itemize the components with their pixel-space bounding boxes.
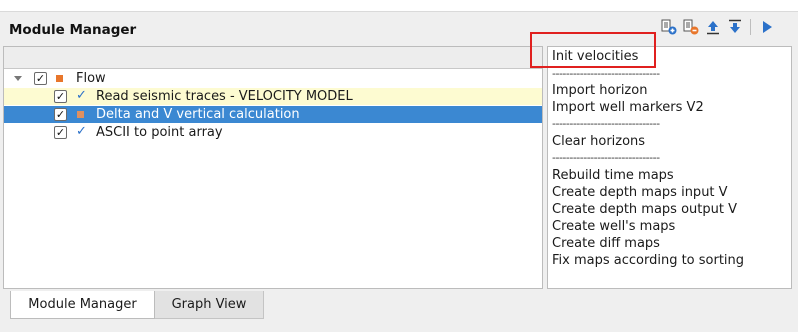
list-separator: ------------------------------- <box>552 117 660 130</box>
remove-module-icon <box>683 19 699 35</box>
module-list-item[interactable]: Create depth maps input V <box>552 185 728 202</box>
move-up-button[interactable] <box>702 17 724 37</box>
flow-tree: ✓ Flow ✓ ✓ Read seismic traces - VELOCIT… <box>3 46 543 289</box>
module-manager-window: Module Manager ✓ Flow ✓ ✓ Read seismic t… <box>0 0 798 332</box>
module-list-item[interactable]: Clear horizons <box>552 134 645 151</box>
tree-row-module[interactable]: ✓ ✓ Read seismic traces - VELOCITY MODEL <box>4 88 542 105</box>
add-module-button[interactable] <box>658 17 680 37</box>
add-module-icon <box>661 19 677 35</box>
module-list-item[interactable]: Import well markers V2 <box>552 100 704 117</box>
list-separator: ------------------------------- <box>552 151 660 164</box>
panel-title: Module Manager <box>9 22 137 38</box>
module-list-item[interactable]: Create diff maps <box>552 236 660 253</box>
status-check-icon: ✓ <box>76 124 87 139</box>
toolbar-separator <box>750 19 751 35</box>
module-checkbox[interactable]: ✓ <box>54 108 67 121</box>
run-button[interactable] <box>756 17 778 37</box>
tab-graph-view[interactable]: Graph View <box>155 291 264 319</box>
module-label: Read seismic traces - VELOCITY MODEL <box>96 89 353 104</box>
chevron-down-icon[interactable] <box>13 73 23 83</box>
module-list: Init velocities ------------------------… <box>547 46 792 289</box>
flow-label: Flow <box>76 71 106 86</box>
tree-row-module[interactable]: ✓ ✓ ASCII to point array <box>4 124 542 141</box>
status-check-icon: ✓ <box>76 88 87 103</box>
tab-bar: Module Manager Graph View <box>0 290 798 332</box>
tree-row-module-selected[interactable]: ✓ Delta and V vertical calculation <box>4 106 542 123</box>
module-list-item[interactable]: Create depth maps output V <box>552 202 737 219</box>
tree-row-flow[interactable]: ✓ Flow <box>4 70 542 87</box>
run-icon <box>763 21 772 33</box>
flow-marker-icon <box>56 75 63 82</box>
toolbar <box>658 17 778 37</box>
status-pending-icon <box>77 111 84 118</box>
move-up-icon <box>707 21 719 35</box>
tab-module-manager[interactable]: Module Manager <box>10 291 155 319</box>
top-strip <box>0 0 798 12</box>
move-down-button[interactable] <box>724 17 746 37</box>
module-list-item[interactable]: Fix maps according to sorting <box>552 253 744 270</box>
module-checkbox[interactable]: ✓ <box>54 126 67 139</box>
module-list-item[interactable]: Import horizon <box>552 83 647 100</box>
list-separator: ------------------------------- <box>552 67 660 80</box>
tab-label: Graph View <box>171 297 247 312</box>
module-label: ASCII to point array <box>96 125 223 140</box>
flow-checkbox[interactable]: ✓ <box>34 72 47 85</box>
module-list-item[interactable]: Create well's maps <box>552 219 675 236</box>
move-down-icon <box>729 19 741 33</box>
highlight-annotation <box>530 32 656 68</box>
module-label: Delta and V vertical calculation <box>96 107 300 122</box>
module-list-item[interactable]: Rebuild time maps <box>552 168 674 185</box>
tree-header <box>4 47 542 69</box>
tab-label: Module Manager <box>28 297 137 312</box>
remove-module-button[interactable] <box>680 17 702 37</box>
module-checkbox[interactable]: ✓ <box>54 90 67 103</box>
